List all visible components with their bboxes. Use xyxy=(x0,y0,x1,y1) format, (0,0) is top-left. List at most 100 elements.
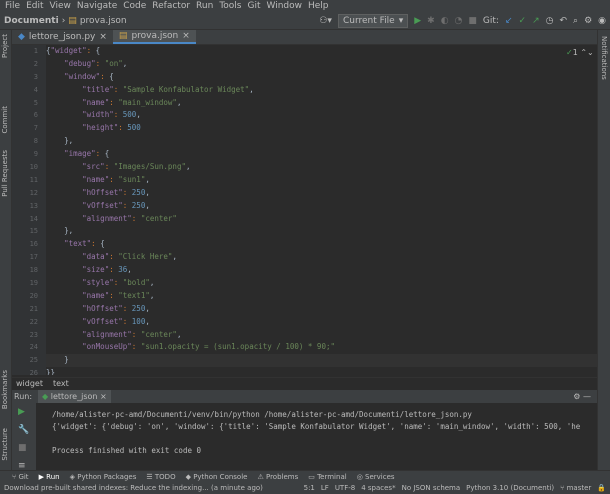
code-line[interactable]: "data": "Click Here", xyxy=(46,251,597,264)
menu-window[interactable]: Window xyxy=(264,0,306,12)
code-line[interactable]: "window": { xyxy=(46,71,597,84)
menu-file[interactable]: File xyxy=(2,0,23,12)
line-number: 4 xyxy=(33,85,38,94)
wrench-icon[interactable]: 🔧 xyxy=(12,421,36,439)
breadcrumb-file[interactable]: prova.json xyxy=(80,12,127,30)
code-line[interactable]: "hOffset": 250, xyxy=(46,303,597,316)
line-number: 23 xyxy=(29,330,38,339)
code-line[interactable]: {"widget": { xyxy=(46,45,597,58)
bottom-tab-python-console[interactable]: ◆ Python Console xyxy=(186,471,248,483)
tab-prova-json[interactable]: ▤ prova.json × xyxy=(112,29,196,44)
profile-icon[interactable]: ◔ xyxy=(455,12,463,30)
line-separator[interactable]: LF xyxy=(321,483,329,494)
menu-navigate[interactable]: Navigate xyxy=(74,0,120,12)
user-icon[interactable]: ⚇▾ xyxy=(319,12,332,30)
minimize-icon[interactable]: — xyxy=(583,392,591,401)
stop-icon[interactable]: ■ xyxy=(468,12,477,30)
menu-run[interactable]: Run xyxy=(193,0,216,12)
bottom-tab-python-packages[interactable]: ◈ Python Packages xyxy=(70,471,137,483)
code-line[interactable]: "style": "bold", xyxy=(46,277,597,290)
menu-code[interactable]: Code xyxy=(120,0,149,12)
code-editor[interactable]: {"widget": { "debug": "on", "window": { … xyxy=(46,45,597,375)
bottom-tab-label: Terminal xyxy=(317,473,347,481)
code-line[interactable]: }, xyxy=(46,135,597,148)
bottom-tab-run[interactable]: ▶ Run xyxy=(39,471,60,483)
crumb-widget[interactable]: widget xyxy=(16,378,43,389)
close-icon[interactable]: × xyxy=(100,392,107,401)
file-encoding[interactable]: UTF-8 xyxy=(335,483,355,494)
menu-refactor[interactable]: Refactor xyxy=(149,0,193,12)
debug-icon[interactable]: ✱ xyxy=(427,12,435,30)
code-line[interactable]: "src": "Images/Sun.png", xyxy=(46,161,597,174)
code-line[interactable]: "title": "Sample Konfabulator Widget", xyxy=(46,84,597,97)
git-branch[interactable]: ⑂ master xyxy=(560,483,591,494)
code-line[interactable]: "name": "main_window", xyxy=(46,97,597,110)
close-icon[interactable]: × xyxy=(99,30,107,45)
settings-icon[interactable]: ⚙ xyxy=(584,12,592,30)
breadcrumb-project[interactable]: Documenti xyxy=(4,12,59,30)
console-output[interactable]: /home/alister-pc-amd/Documenti/venv/bin/… xyxy=(36,403,597,475)
git-label: Git: xyxy=(482,16,499,26)
code-line[interactable]: "hOffset": 250, xyxy=(46,187,597,200)
search-icon[interactable]: ⌕ xyxy=(573,12,578,30)
code-line[interactable]: }} xyxy=(46,367,597,375)
bottom-tab-todo[interactable]: ☰ TODO xyxy=(146,471,175,483)
tool-notifications[interactable]: Notifications xyxy=(600,36,608,80)
tool-bookmarks[interactable]: Bookmarks xyxy=(1,370,9,409)
stop-icon[interactable]: ■ xyxy=(12,439,36,457)
code-line[interactable]: "name": "sun1", xyxy=(46,174,597,187)
code-line[interactable]: } xyxy=(46,354,597,368)
bottom-tab-services[interactable]: ◎ Services xyxy=(357,471,395,483)
tab-lettore-json-py[interactable]: ◆ lettore_json.py × xyxy=(12,30,113,44)
tool-pull-requests[interactable]: Pull Requests xyxy=(1,150,9,197)
branch-name: master xyxy=(566,484,592,492)
code-line[interactable]: "onMouseUp": "sun1.opacity = (sun1.opaci… xyxy=(46,341,597,354)
code-line[interactable]: "width": 500, xyxy=(46,109,597,122)
code-line[interactable]: "vOffset": 250, xyxy=(46,200,597,213)
update-project-icon[interactable]: ↙ xyxy=(505,12,513,30)
logo-icon[interactable]: ◉ xyxy=(598,12,606,30)
menu-tools[interactable]: Tools xyxy=(216,0,244,12)
rollback-icon[interactable]: ↶ xyxy=(559,12,567,30)
code-line[interactable]: "name": "text1", xyxy=(46,290,597,303)
code-line[interactable]: "alignment": "center" xyxy=(46,213,597,226)
code-line[interactable]: "text": { xyxy=(46,238,597,251)
code-line[interactable]: "vOffset": 100, xyxy=(46,316,597,329)
history-icon[interactable]: ◷ xyxy=(546,12,554,30)
run-configuration-select[interactable]: Current File ▾ xyxy=(337,14,409,28)
lock-icon[interactable]: 🔒 xyxy=(597,483,606,494)
close-icon[interactable]: × xyxy=(182,29,190,44)
commit-icon[interactable]: ✓ xyxy=(519,12,527,30)
inspection-widget[interactable]: ✓1 ⌃⌄ xyxy=(566,48,594,57)
run-tab[interactable]: ◆ lettore_json × xyxy=(38,390,111,403)
tool-commit[interactable]: Commit xyxy=(1,106,9,134)
menu-git[interactable]: Git xyxy=(244,0,263,12)
crumb-text[interactable]: text xyxy=(53,378,69,389)
menu-edit[interactable]: Edit xyxy=(23,0,46,12)
code-line[interactable]: "debug": "on", xyxy=(46,58,597,71)
bottom-tab-label: TODO xyxy=(154,473,176,481)
json-schema[interactable]: No JSON schema xyxy=(402,483,461,494)
bottom-tab-problems[interactable]: ⚠ Problems xyxy=(257,471,298,483)
menu-help[interactable]: Help xyxy=(305,0,332,12)
caret-position[interactable]: 5:1 xyxy=(304,483,315,494)
settings-icon[interactable]: ⚙ xyxy=(573,392,580,401)
bottom-tab-terminal[interactable]: ▭ Terminal xyxy=(308,471,346,483)
rerun-icon[interactable]: ▶ xyxy=(12,403,36,421)
code-line[interactable]: "alignment": "center", xyxy=(46,329,597,342)
tool-structure[interactable]: Structure xyxy=(1,428,9,461)
push-icon[interactable]: ↗ xyxy=(532,12,540,30)
code-line[interactable]: "image": { xyxy=(46,148,597,161)
indent-setting[interactable]: 4 spaces* xyxy=(361,483,395,494)
menu-view[interactable]: View xyxy=(47,0,74,12)
status-message[interactable]: Download pre-built shared indexes: Reduc… xyxy=(4,483,263,494)
coverage-icon[interactable]: ◐ xyxy=(441,12,449,30)
run-icon[interactable]: ▶ xyxy=(414,12,421,30)
code-line[interactable]: "height": 500 xyxy=(46,122,597,135)
code-line[interactable]: }, xyxy=(46,225,597,238)
toolbar: Documenti › ▤ prova.json ⚇▾ Current File… xyxy=(0,12,610,30)
python-interpreter[interactable]: Python 3.10 (Documenti) xyxy=(466,483,554,494)
tool-project[interactable]: Project xyxy=(1,34,9,58)
code-line[interactable]: "size": 36, xyxy=(46,264,597,277)
bottom-tab-git[interactable]: ⑂ Git xyxy=(12,471,29,483)
